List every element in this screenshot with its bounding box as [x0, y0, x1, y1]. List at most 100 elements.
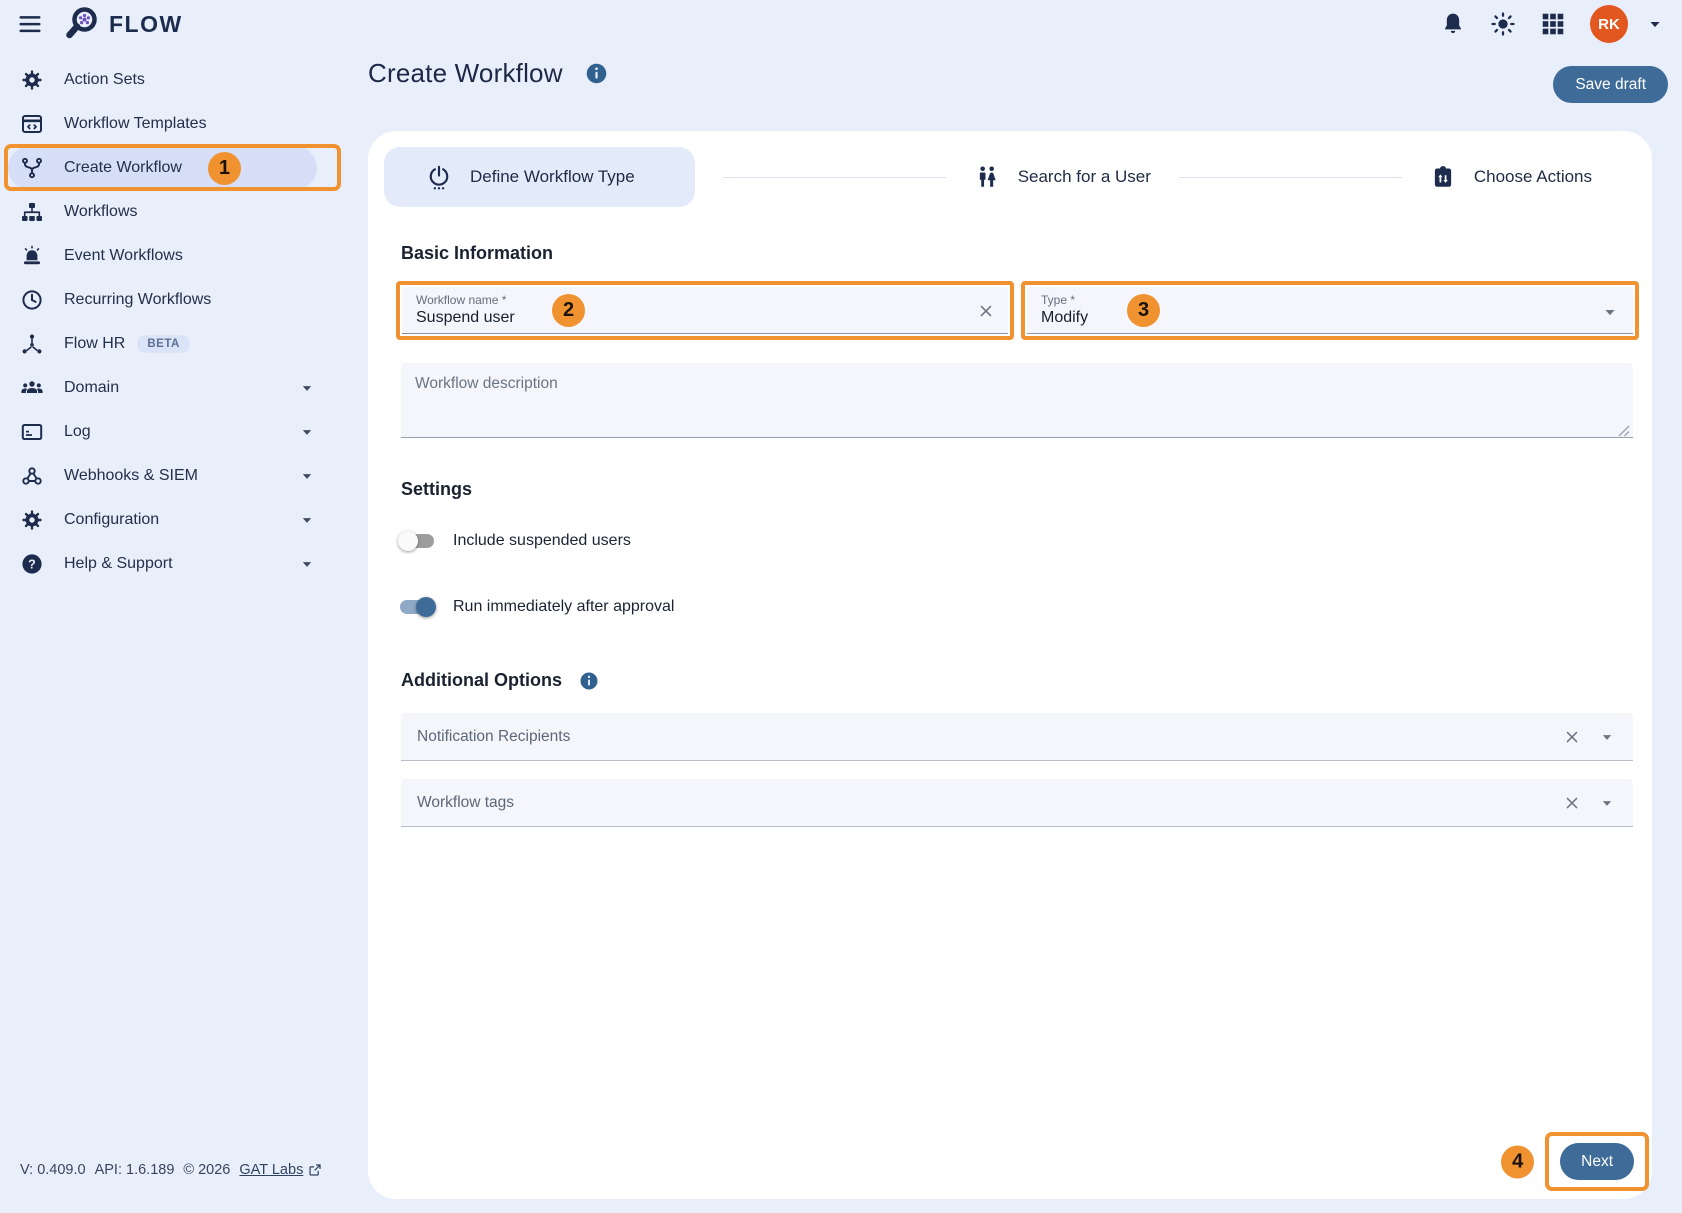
dropdown-caret-icon[interactable]	[1599, 301, 1621, 323]
create-workflow-icon	[20, 156, 44, 180]
create-workflow-card: Define Workflow Type Search for a User C…	[368, 131, 1652, 1199]
step-label: Define Workflow Type	[470, 167, 635, 187]
settings-heading: Settings	[401, 479, 1652, 500]
save-draft-button[interactable]: Save draft	[1553, 66, 1668, 103]
external-link-icon	[308, 1163, 322, 1177]
sidebar-item-label: Log	[64, 423, 91, 441]
annotation-badge-2: 2	[552, 294, 585, 327]
additional-options-title: Additional Options	[401, 670, 562, 691]
sidebar-item-configuration[interactable]: Configuration	[0, 498, 343, 542]
app-logo[interactable]: FLOW	[62, 4, 183, 44]
theme-toggle-icon[interactable]	[1490, 11, 1516, 37]
page-header: Create Workflow	[368, 58, 608, 89]
step-search-for-a-user[interactable]: Search for a User	[974, 164, 1151, 190]
sidebar-item-domain[interactable]: Domain	[0, 366, 343, 410]
run-immediately-toggle[interactable]	[398, 596, 436, 618]
top-bar: FLOW RK	[0, 0, 1682, 48]
copyright: © 2026	[183, 1162, 230, 1178]
workflows-icon	[20, 200, 44, 224]
clear-icon[interactable]	[1562, 727, 1582, 747]
step-choose-actions[interactable]: Choose Actions	[1430, 164, 1592, 190]
sidebar-item-workflow-templates[interactable]: Workflow Templates	[0, 102, 343, 146]
run-immediately-row: Run immediately after approval	[398, 596, 1652, 618]
notification-recipients-field[interactable]: Notification Recipients	[401, 713, 1633, 761]
additional-options-heading: Additional Options	[401, 670, 1652, 691]
users-icon	[974, 164, 1000, 190]
sidebar-item-label: Event Workflows	[64, 247, 183, 265]
power-icon	[426, 164, 452, 190]
chevron-down-icon	[297, 466, 317, 486]
log-icon	[20, 420, 44, 444]
sidebar-item-action-sets[interactable]: Action Sets	[0, 58, 343, 102]
workflow-templates-icon	[20, 112, 44, 136]
workflow-stepper: Define Workflow Type Search for a User C…	[368, 131, 1652, 207]
annotation-rect-2: Workflow name * 2	[396, 281, 1014, 340]
chevron-down-icon	[297, 378, 317, 398]
apps-grid-icon[interactable]	[1540, 11, 1566, 37]
domain-icon	[20, 376, 44, 400]
workflow-description-input[interactable]	[401, 363, 1633, 438]
sidebar-item-label: Workflow Templates	[64, 115, 207, 133]
avatar[interactable]: RK	[1590, 5, 1628, 43]
sidebar-item-label: Workflows	[64, 203, 138, 221]
sidebar-item-workflows[interactable]: Workflows	[0, 190, 343, 234]
type-value: Modify	[1041, 309, 1589, 327]
step-define-workflow-type[interactable]: Define Workflow Type	[384, 147, 695, 207]
toggle-label: Include suspended users	[453, 532, 631, 550]
flow-hr-icon	[20, 332, 44, 356]
step-label: Choose Actions	[1474, 167, 1592, 187]
include-suspended-users-row: Include suspended users	[398, 530, 1652, 552]
annotation-badge-1: 1	[208, 152, 241, 185]
workflow-name-field[interactable]: Workflow name * 2	[402, 287, 1008, 334]
notification-recipients-label: Notification Recipients	[417, 728, 1562, 746]
app-name: FLOW	[109, 11, 183, 38]
sidebar-item-label: Flow HR	[64, 335, 125, 353]
type-field[interactable]: Type * Modify 3	[1027, 287, 1633, 334]
sidebar-item-label: Help & Support	[64, 555, 173, 573]
recurring-workflows-icon	[20, 288, 44, 312]
step-label: Search for a User	[1018, 167, 1151, 187]
version-footer: V: 0.409.0 API: 1.6.189 © 2026 GAT Labs	[20, 1162, 322, 1178]
webhooks-icon	[20, 464, 44, 488]
workflow-name-label: Workflow name *	[416, 293, 964, 307]
toggle-label: Run immediately after approval	[453, 598, 674, 616]
sidebar-item-create-workflow[interactable]: Create Workflow 1	[8, 146, 317, 190]
basic-information-heading: Basic Information	[401, 243, 1652, 264]
sidebar-item-label: Domain	[64, 379, 119, 397]
sidebar-item-help-support[interactable]: Help & Support	[0, 542, 343, 586]
account-menu-caret-icon[interactable]	[1644, 13, 1666, 35]
sidebar-item-event-workflows[interactable]: Event Workflows	[0, 234, 343, 278]
chevron-down-icon	[297, 554, 317, 574]
notifications-icon[interactable]	[1440, 11, 1466, 37]
dropdown-caret-icon[interactable]	[1597, 727, 1617, 747]
sidebar-item-label: Webhooks & SIEM	[64, 467, 198, 485]
annotation-badge-4: 4	[1501, 1145, 1534, 1178]
menu-icon[interactable]	[16, 10, 44, 38]
annotation-rect-4: 4 Next	[1545, 1132, 1649, 1191]
workflow-tags-field[interactable]: Workflow tags	[401, 779, 1633, 827]
sidebar: Action Sets Workflow Templates Create Wo…	[0, 58, 343, 586]
sidebar-item-label: Configuration	[64, 511, 159, 529]
info-icon[interactable]	[585, 62, 608, 85]
app-version: V: 0.409.0	[20, 1162, 86, 1178]
api-version: API: 1.6.189	[95, 1162, 175, 1178]
next-button[interactable]: Next	[1560, 1143, 1634, 1180]
sidebar-item-label: Recurring Workflows	[64, 291, 211, 309]
sidebar-item-webhooks-siem[interactable]: Webhooks & SIEM	[0, 454, 343, 498]
clear-icon[interactable]	[1562, 793, 1582, 813]
sidebar-item-flow-hr[interactable]: Flow HR BETA	[0, 322, 343, 366]
sidebar-item-recurring-workflows[interactable]: Recurring Workflows	[0, 278, 343, 322]
info-icon[interactable]	[579, 671, 599, 691]
dropdown-caret-icon[interactable]	[1597, 793, 1617, 813]
include-suspended-users-toggle[interactable]	[398, 530, 436, 552]
stepper-connector	[723, 177, 946, 178]
event-workflows-icon	[20, 244, 44, 268]
chevron-down-icon	[297, 422, 317, 442]
clear-icon[interactable]	[976, 301, 996, 321]
help-icon	[20, 552, 44, 576]
annotation-badge-3: 3	[1127, 294, 1160, 327]
gat-labs-link[interactable]: GAT Labs	[239, 1162, 322, 1178]
sidebar-item-log[interactable]: Log	[0, 410, 343, 454]
stepper-connector	[1179, 177, 1402, 178]
workflow-name-input[interactable]	[416, 309, 964, 327]
